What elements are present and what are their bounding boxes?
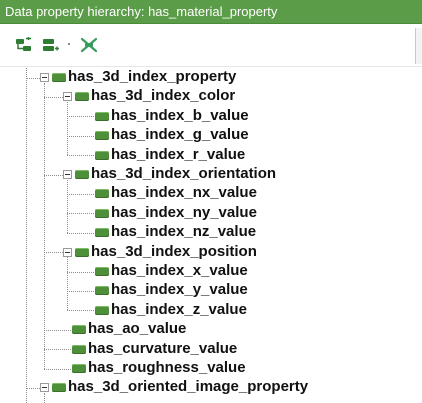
data-property-icon <box>75 247 89 257</box>
data-property-icon <box>95 267 109 276</box>
tree-connector-line <box>67 155 94 157</box>
collapse-toggle[interactable] <box>63 170 72 179</box>
tree-connector-line <box>67 193 94 195</box>
data-property-icon <box>95 305 109 315</box>
tree-guide-line <box>67 257 68 311</box>
data-property-icon <box>72 325 86 335</box>
tree-connector-line <box>44 349 71 351</box>
tree-connector-line <box>44 329 71 331</box>
toolbar-separator <box>68 43 70 45</box>
tree-connector-line <box>67 290 94 292</box>
data-property-icon <box>95 189 109 199</box>
tree-connector-line <box>44 174 63 176</box>
tree-connector-line <box>44 96 63 98</box>
tree-item-has-index-g-value[interactable]: has_index_g_value <box>111 126 249 144</box>
data-property-icon <box>52 383 66 393</box>
data-property-icon <box>95 228 109 238</box>
tree-item-has-index-ny-value[interactable]: has_index_ny_value <box>111 204 257 222</box>
add-subproperty-icon <box>16 37 31 51</box>
add-subproperty-button[interactable] <box>15 37 33 53</box>
tree-guide-line <box>44 392 45 403</box>
tree-guide-line <box>67 179 68 233</box>
tree-connector-line <box>44 252 63 254</box>
tree-item-has-index-x-value[interactable]: has_index_x_value <box>111 262 248 280</box>
tree-connector-line <box>67 232 94 234</box>
toolbar-scrollbar[interactable] <box>415 28 422 64</box>
collapse-toggle[interactable] <box>40 73 49 82</box>
tree-item-has-curvature-value[interactable]: has_curvature_value <box>88 340 237 358</box>
tree-item-has-index-r-value[interactable]: has_index_r_value <box>111 146 245 164</box>
data-property-icon <box>72 344 86 354</box>
data-property-icon <box>75 170 89 179</box>
data-property-icon <box>95 131 109 141</box>
tree-item-has-3d-oriented-image-property[interactable]: has_3d_oriented_image_property <box>68 378 308 396</box>
tree-connector-line <box>26 77 40 79</box>
delete-property-button[interactable] <box>80 37 98 53</box>
tree-item-has-ao-value[interactable]: has_ao_value <box>88 320 186 338</box>
tree-guide-line <box>67 101 68 156</box>
collapse-toggle[interactable] <box>63 92 72 102</box>
tree-guide-line <box>44 82 45 369</box>
data-property-hierarchy-panel: Data property hierarchy: has_material_pr… <box>0 0 422 403</box>
delete-property-icon <box>80 37 98 53</box>
panel-title-bar: Data property hierarchy: has_material_pr… <box>0 0 422 24</box>
tree-connector-line <box>67 271 94 273</box>
tree-connector-line <box>67 310 94 312</box>
tree-item-has-index-y-value[interactable]: has_index_y_value <box>111 281 248 299</box>
tree-item-has-3d-index-property[interactable]: has_3d_index_property <box>68 68 236 86</box>
tree-item-has-3d-index-orientation[interactable]: has_3d_index_orientation <box>91 165 276 183</box>
tree-connector-line <box>67 116 94 118</box>
add-sibling-property-icon <box>43 39 59 51</box>
tree-item-has-3d-index-color[interactable]: has_3d_index_color <box>91 87 235 105</box>
tree-connector-line <box>44 368 71 370</box>
panel-title: Data property hierarchy: has_material_pr… <box>5 4 278 19</box>
tree-connector-line <box>67 135 94 137</box>
tree-item-has-roughness-value[interactable]: has_roughness_value <box>88 359 246 377</box>
tree-item-has-index-b-value[interactable]: has_index_b_value <box>111 107 249 125</box>
tree-item-has-index-nx-value[interactable]: has_index_nx_value <box>111 184 257 202</box>
data-property-icon <box>95 286 109 296</box>
tree-item-has-index-z-value[interactable]: has_index_z_value <box>111 301 247 319</box>
collapse-toggle[interactable] <box>63 247 72 257</box>
tree-guide-line <box>26 68 27 403</box>
hierarchy-toolbar <box>0 24 422 67</box>
tree-item-has-index-nz-value[interactable]: has_index_nz_value <box>111 223 256 241</box>
data-property-icon <box>52 73 66 82</box>
property-tree[interactable]: has_3d_index_property has_3d_index_colorh… <box>0 68 422 403</box>
data-property-icon <box>95 111 109 121</box>
data-property-icon <box>95 150 109 160</box>
data-property-icon <box>72 364 86 373</box>
tree-connector-line <box>67 213 94 215</box>
data-property-icon <box>75 92 89 102</box>
collapse-toggle[interactable] <box>40 383 49 393</box>
tree-connector-line <box>26 387 40 389</box>
data-property-icon <box>95 208 109 218</box>
add-sibling-property-button[interactable] <box>42 37 60 53</box>
tree-item-has-3d-index-position[interactable]: has_3d_index_position <box>91 243 257 261</box>
